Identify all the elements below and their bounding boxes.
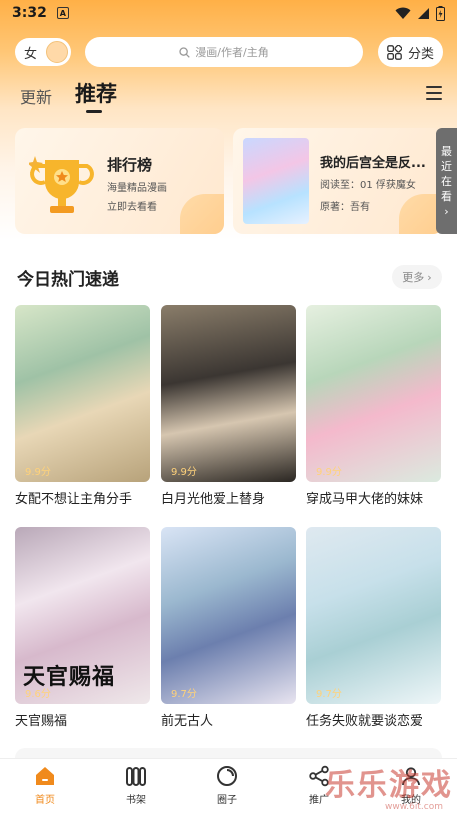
comic-cover[interactable]: 9.9分 <box>306 305 441 482</box>
gender-toggle-knob <box>46 41 68 63</box>
notification-icon: A <box>56 7 69 19</box>
recent-reading-progress: 阅读至：01 俘获魔女 <box>320 180 416 191</box>
top-tabs: 更新 推荐 <box>20 78 445 114</box>
gender-toggle[interactable]: 女 <box>15 38 71 66</box>
recent-comic-author: 原著：吾有 <box>320 202 370 213</box>
search-icon <box>179 46 191 58</box>
ranking-title: 排行榜 <box>107 156 153 174</box>
chevron-right-icon: › <box>444 204 449 218</box>
comic-title[interactable]: 穿成马甲大佬的妹妹 <box>306 488 423 507</box>
watermark-url: www.6it.com <box>385 802 443 812</box>
tab-bookshelf[interactable]: 书架 <box>106 765 166 806</box>
status-bar: 3:32 A <box>0 0 457 26</box>
signal-icon <box>418 7 429 19</box>
search-input[interactable]: 漫画/作者/主角 <box>85 37 363 67</box>
recent-tab-char: 近 <box>441 159 452 173</box>
tab-community-label: 圈子 <box>217 795 237 806</box>
menu-icon[interactable] <box>426 86 442 100</box>
tab-active-indicator <box>86 110 102 113</box>
comic-score: 9.9分 <box>25 467 51 478</box>
watermark-logo: 乐乐游戏 <box>325 768 453 803</box>
comic-score: 9.9分 <box>316 467 342 478</box>
recent-tab-char: 最 <box>441 144 452 158</box>
tab-home-label: 首页 <box>35 795 55 806</box>
search-row: 女 漫画/作者/主角 分类 <box>15 37 443 69</box>
bottom-tab-bar: 首页 书架 圈子 推广 我的 乐乐游戏 www.6it.com <box>0 758 457 814</box>
comic-cover[interactable]: 9.9分 <box>161 305 296 482</box>
search-placeholder: 漫画/作者/主角 <box>195 46 269 59</box>
section-title: 今日热门速递 <box>17 270 119 290</box>
tab-recommend[interactable]: 推荐 <box>75 78 117 108</box>
tab-bookshelf-label: 书架 <box>126 795 146 806</box>
recent-tab-char: 在 <box>441 174 452 188</box>
comic-cover[interactable]: 9.7分 <box>161 527 296 704</box>
category-label: 分类 <box>407 46 434 62</box>
comic-title[interactable]: 前无古人 <box>161 710 213 729</box>
comic-score: 9.7分 <box>171 689 197 700</box>
more-label: 更多 <box>402 271 425 284</box>
comic-score: 9.7分 <box>316 689 342 700</box>
tab-home[interactable]: 首页 <box>15 765 75 806</box>
status-time: 3:32 <box>12 5 47 21</box>
ranking-cta: 立即去看看 <box>107 202 157 213</box>
comic-score: 9.6分 <box>25 689 51 700</box>
comic-cover[interactable]: 9.7分 <box>306 527 441 704</box>
comic-title[interactable]: 女配不想让主角分手 <box>15 488 132 507</box>
recent-comic-title: 我的后宫全是反... <box>320 156 426 171</box>
comic-score: 9.9分 <box>171 467 197 478</box>
recent-tab-char: 看 <box>441 189 452 203</box>
comic-cover[interactable]: 9.9分 <box>15 305 150 482</box>
trophy-icon <box>29 156 94 213</box>
comic-title[interactable]: 白月光他爱上替身 <box>161 488 265 507</box>
chevron-right-icon: › <box>427 270 432 284</box>
recently-viewed-tab[interactable]: 最 近 在 看 › <box>436 128 457 234</box>
comic-cover[interactable]: 天官赐福 9.6分 <box>15 527 150 704</box>
recent-reading-card[interactable]: 我的后宫全是反... 阅读至：01 俘获魔女 原著：吾有 <box>233 128 443 234</box>
wifi-icon <box>395 7 411 19</box>
comic-title[interactable]: 天官赐福 <box>15 710 67 729</box>
ranking-card[interactable]: 排行榜 海量精品漫画 立即去看看 <box>15 128 224 234</box>
status-indicators <box>395 5 445 21</box>
category-button[interactable]: 分类 <box>378 37 443 67</box>
gender-label: 女 <box>24 46 38 62</box>
home-icon <box>36 767 54 785</box>
more-button[interactable]: 更多 › <box>392 265 442 289</box>
tab-community[interactable]: 圈子 <box>197 765 257 806</box>
recent-comic-cover <box>243 138 309 224</box>
bookshelf-icon <box>126 767 146 786</box>
circle-icon <box>217 766 237 786</box>
decorative-leaf <box>180 194 224 234</box>
battery-icon <box>436 5 445 21</box>
tab-update[interactable]: 更新 <box>20 84 52 108</box>
comic-title[interactable]: 任务失败就要谈恋爱 <box>306 710 423 729</box>
ranking-subtitle: 海量精品漫画 <box>107 183 167 194</box>
category-icon <box>387 44 402 60</box>
